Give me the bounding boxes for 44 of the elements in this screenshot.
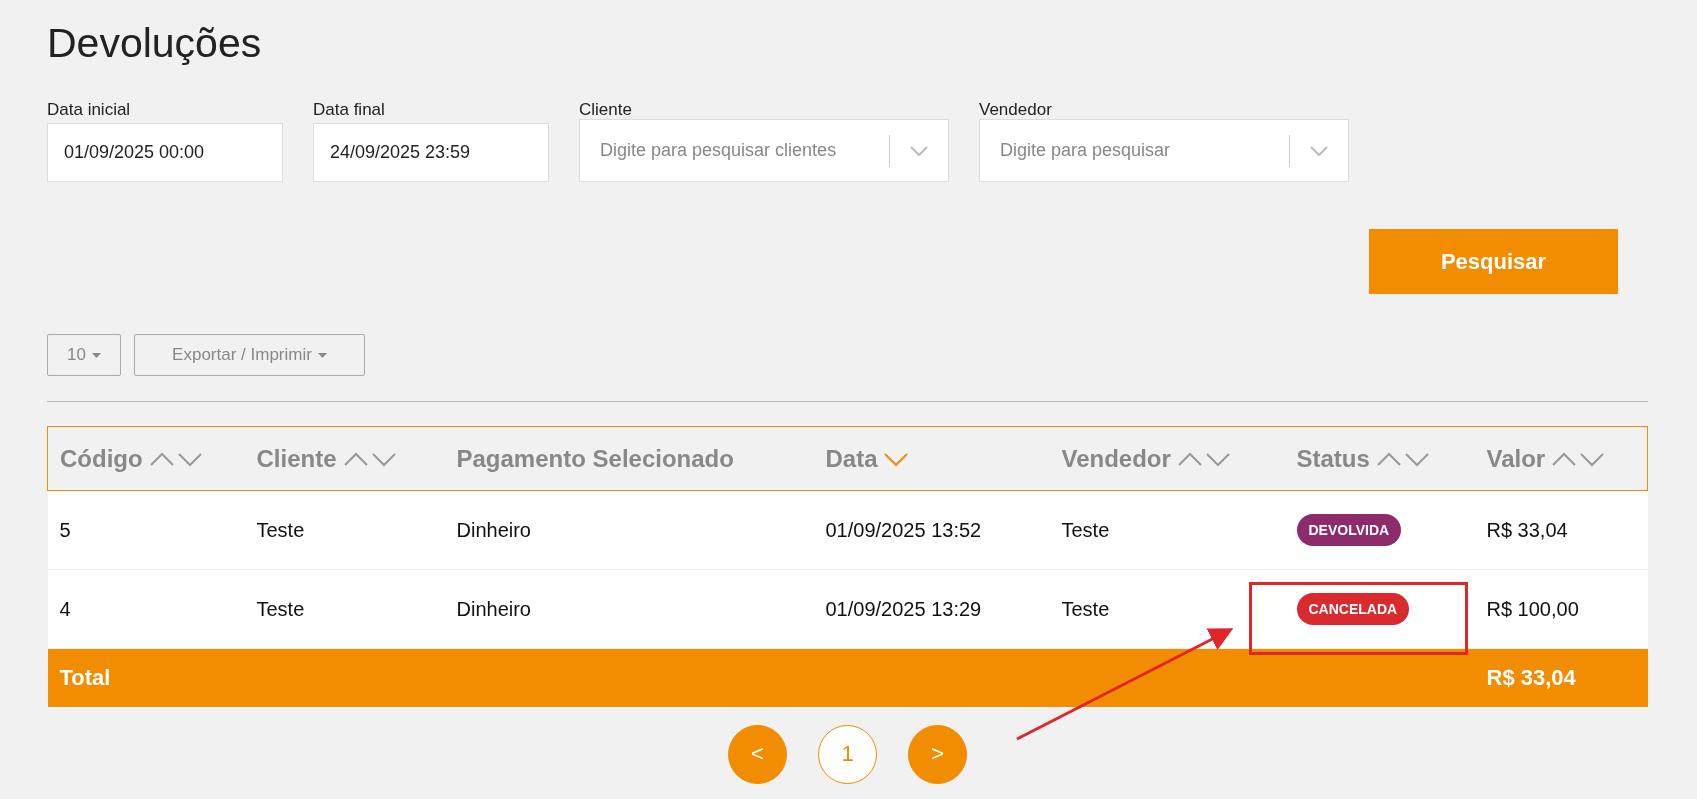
search-input[interactable]: Digite para pesquisar clientes: [598, 139, 889, 162]
table-cell: Teste: [244, 490, 445, 570]
column-title[interactable]: Data: [825, 444, 878, 473]
table-cell: Teste: [1049, 569, 1285, 649]
page-button[interactable]: 1: [818, 724, 877, 784]
page-size-dropdown[interactable]: 10: [47, 334, 121, 376]
column-title[interactable]: Vendedor: [1061, 444, 1171, 473]
column-title[interactable]: Valor: [1486, 444, 1546, 473]
table-cell: Dinheiro: [444, 569, 814, 649]
field-label: Vendedor: [979, 100, 1053, 121]
table-cell: Teste: [1049, 490, 1285, 570]
page-title: Devoluções: [47, 19, 263, 68]
table-cell: 01/09/2025 13:29: [813, 569, 1050, 649]
table-cell: Dinheiro: [444, 490, 814, 570]
chevron-down-icon: [910, 145, 928, 156]
field-label: Cliente: [579, 100, 633, 121]
field-label: Data final: [313, 100, 386, 121]
table-cell: 5: [47, 490, 245, 570]
table-cell: 01/09/2025 13:52: [813, 490, 1050, 570]
column-title[interactable]: Código: [60, 444, 143, 473]
column-title[interactable]: Status: [1296, 444, 1370, 473]
select-field[interactable]: Digite para pesquisar: [979, 119, 1349, 182]
table-cell: R$ 33,04: [1474, 490, 1648, 570]
date-field[interactable]: 24/09/2025 23:59: [313, 123, 549, 182]
previous-page-button[interactable]: <: [728, 724, 787, 784]
field-label: Data inicial: [47, 100, 132, 121]
status-badge: DEVOLVIDA: [1296, 514, 1402, 546]
search-button[interactable]: Pesquisar: [1369, 229, 1618, 294]
caret-icon: [317, 352, 327, 358]
column-title[interactable]: Cliente: [256, 444, 337, 473]
total-value: R$ 33,04: [1486, 664, 1576, 690]
search-input[interactable]: Digite para pesquisar: [998, 139, 1289, 162]
date-field[interactable]: 01/09/2025 00:00: [47, 123, 283, 182]
column-title[interactable]: Pagamento Selecionado: [456, 444, 734, 473]
status-badge: CANCELADA: [1296, 593, 1410, 625]
caret-icon: [91, 352, 101, 358]
table-cell: 4: [47, 569, 245, 649]
export-dropdown[interactable]: Exportar / Imprimir: [134, 334, 365, 376]
next-page-button[interactable]: >: [908, 724, 967, 784]
table-cell: Teste: [244, 569, 445, 649]
table-cell: R$ 100,00: [1474, 569, 1648, 649]
chevron-down-icon: [1310, 145, 1328, 156]
select-field[interactable]: Digite para pesquisar clientes: [579, 119, 949, 182]
total-label: Total: [59, 664, 111, 690]
